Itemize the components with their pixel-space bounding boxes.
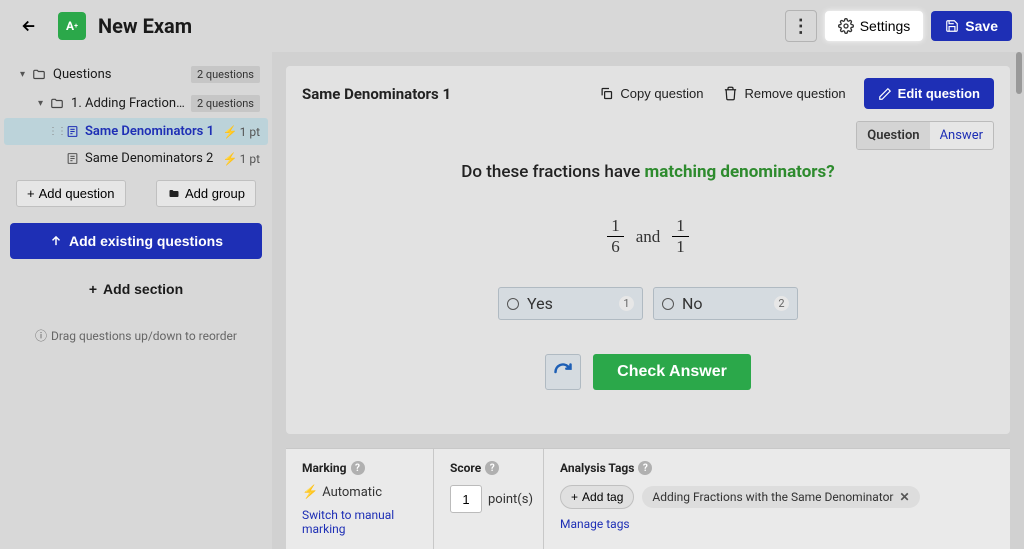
drag-hint: ⓘ Drag questions up/down to reorder — [4, 327, 268, 344]
drag-handle-icon[interactable]: ⋮⋮ — [48, 126, 66, 137]
page-title: New Exam — [98, 14, 192, 38]
help-icon[interactable]: ? — [485, 461, 499, 475]
tree-folder-badge: 2 questions — [191, 95, 260, 112]
tree-root-label: Questions — [53, 67, 191, 82]
document-icon — [66, 152, 79, 165]
tree-folder[interactable]: ▾ 1. Adding Fractions with ... 2 questio… — [4, 89, 268, 118]
tab-answer[interactable]: Answer — [930, 122, 993, 149]
info-icon: ⓘ — [35, 327, 47, 344]
content-area: Same Denominators 1 Copy question Remove… — [272, 52, 1024, 549]
remove-tag-icon[interactable]: ✕ — [899, 490, 909, 504]
trash-icon — [723, 86, 738, 101]
pencil-icon — [878, 87, 892, 101]
option-no[interactable]: No 2 — [653, 287, 798, 320]
plus-icon: + — [571, 490, 578, 504]
app-logo: A+ — [58, 12, 86, 40]
radio-icon — [507, 298, 519, 310]
tree-leaf-label: Same Denominators 1 — [85, 124, 223, 139]
option-key-badge: 2 — [774, 296, 789, 311]
help-icon[interactable]: ? — [351, 461, 365, 475]
settings-label: Settings — [860, 18, 911, 34]
settings-button[interactable]: Settings — [825, 11, 924, 41]
question-prompt: Do these fractions have matching denomin… — [326, 162, 970, 182]
scrollbar[interactable] — [1014, 52, 1024, 549]
folder-filled-icon — [167, 188, 181, 200]
check-answer-button[interactable]: Check Answer — [593, 354, 751, 390]
help-icon[interactable]: ? — [638, 461, 652, 475]
refresh-button[interactable] — [545, 354, 581, 390]
back-button[interactable] — [12, 13, 46, 39]
radio-icon — [662, 298, 674, 310]
add-existing-questions-button[interactable]: Add existing questions — [10, 223, 262, 259]
option-yes[interactable]: Yes 1 — [498, 287, 643, 320]
chevron-down-icon: ▾ — [20, 69, 25, 80]
plus-icon: + — [89, 281, 97, 297]
upload-icon — [49, 234, 63, 248]
tree-leaf-selected[interactable]: ⋮⋮ Same Denominators 1 ⚡1 pt — [4, 118, 268, 145]
add-question-button[interactable]: + Add question — [16, 180, 126, 207]
question-title: Same Denominators 1 — [302, 85, 451, 103]
folder-icon — [49, 97, 65, 111]
add-section-button[interactable]: + Add section — [10, 273, 262, 305]
fraction-display: 16 and 11 — [326, 216, 970, 257]
save-label: Save — [965, 18, 998, 34]
copy-question-button[interactable]: Copy question — [589, 80, 713, 107]
question-card: Same Denominators 1 Copy question Remove… — [286, 66, 1010, 434]
option-key-badge: 1 — [619, 296, 634, 311]
score-column: Score? point(s) — [434, 449, 544, 549]
tags-column: Analysis Tags? + Add tag Adding Fraction… — [544, 449, 1010, 549]
tree-folder-label: 1. Adding Fractions with ... — [71, 96, 191, 111]
folder-icon — [31, 68, 47, 82]
sidebar: ▾ Questions 2 questions ▾ 1. Adding Frac… — [0, 52, 272, 549]
copy-icon — [599, 86, 614, 101]
score-input[interactable] — [450, 485, 482, 513]
points-badge: ⚡1 pt — [223, 125, 260, 139]
save-button[interactable]: Save — [931, 11, 1012, 41]
remove-question-button[interactable]: Remove question — [713, 80, 855, 107]
switch-marking-link[interactable]: Switch to manual marking — [302, 508, 417, 536]
save-icon — [945, 19, 959, 33]
document-icon — [66, 125, 79, 138]
bottom-panel: Marking? ⚡ Automatic Switch to manual ma… — [286, 448, 1010, 549]
app-header: A+ New Exam ⋮ Settings Save — [0, 0, 1024, 52]
tree-leaf[interactable]: Same Denominators 2 ⚡1 pt — [4, 145, 268, 172]
gear-icon — [838, 18, 854, 34]
marking-column: Marking? ⚡ Automatic Switch to manual ma… — [286, 449, 434, 549]
bolt-icon: ⚡ — [223, 152, 238, 166]
plus-icon: + — [27, 186, 35, 201]
bolt-icon: ⚡ — [302, 485, 318, 500]
add-group-button[interactable]: Add group — [156, 180, 256, 207]
marking-mode: ⚡ Automatic — [302, 485, 417, 500]
add-tag-button[interactable]: + Add tag — [560, 485, 634, 509]
points-badge: ⚡1 pt — [223, 152, 260, 166]
tree-root-badge: 2 questions — [191, 66, 260, 83]
tree-root-questions[interactable]: ▾ Questions 2 questions — [4, 60, 268, 89]
chevron-down-icon: ▾ — [38, 98, 43, 109]
tag-chip: Adding Fractions with the Same Denominat… — [642, 486, 919, 508]
question-body: Do these fractions have matching denomin… — [286, 158, 1010, 404]
edit-question-button[interactable]: Edit question — [864, 78, 994, 109]
bolt-icon: ⚡ — [223, 125, 238, 139]
manage-tags-link[interactable]: Manage tags — [560, 517, 994, 531]
tab-question[interactable]: Question — [857, 122, 929, 149]
more-options-button[interactable]: ⋮ — [785, 10, 817, 42]
question-answer-tabs: Question Answer — [856, 121, 994, 150]
tree-leaf-label: Same Denominators 2 — [85, 151, 223, 166]
